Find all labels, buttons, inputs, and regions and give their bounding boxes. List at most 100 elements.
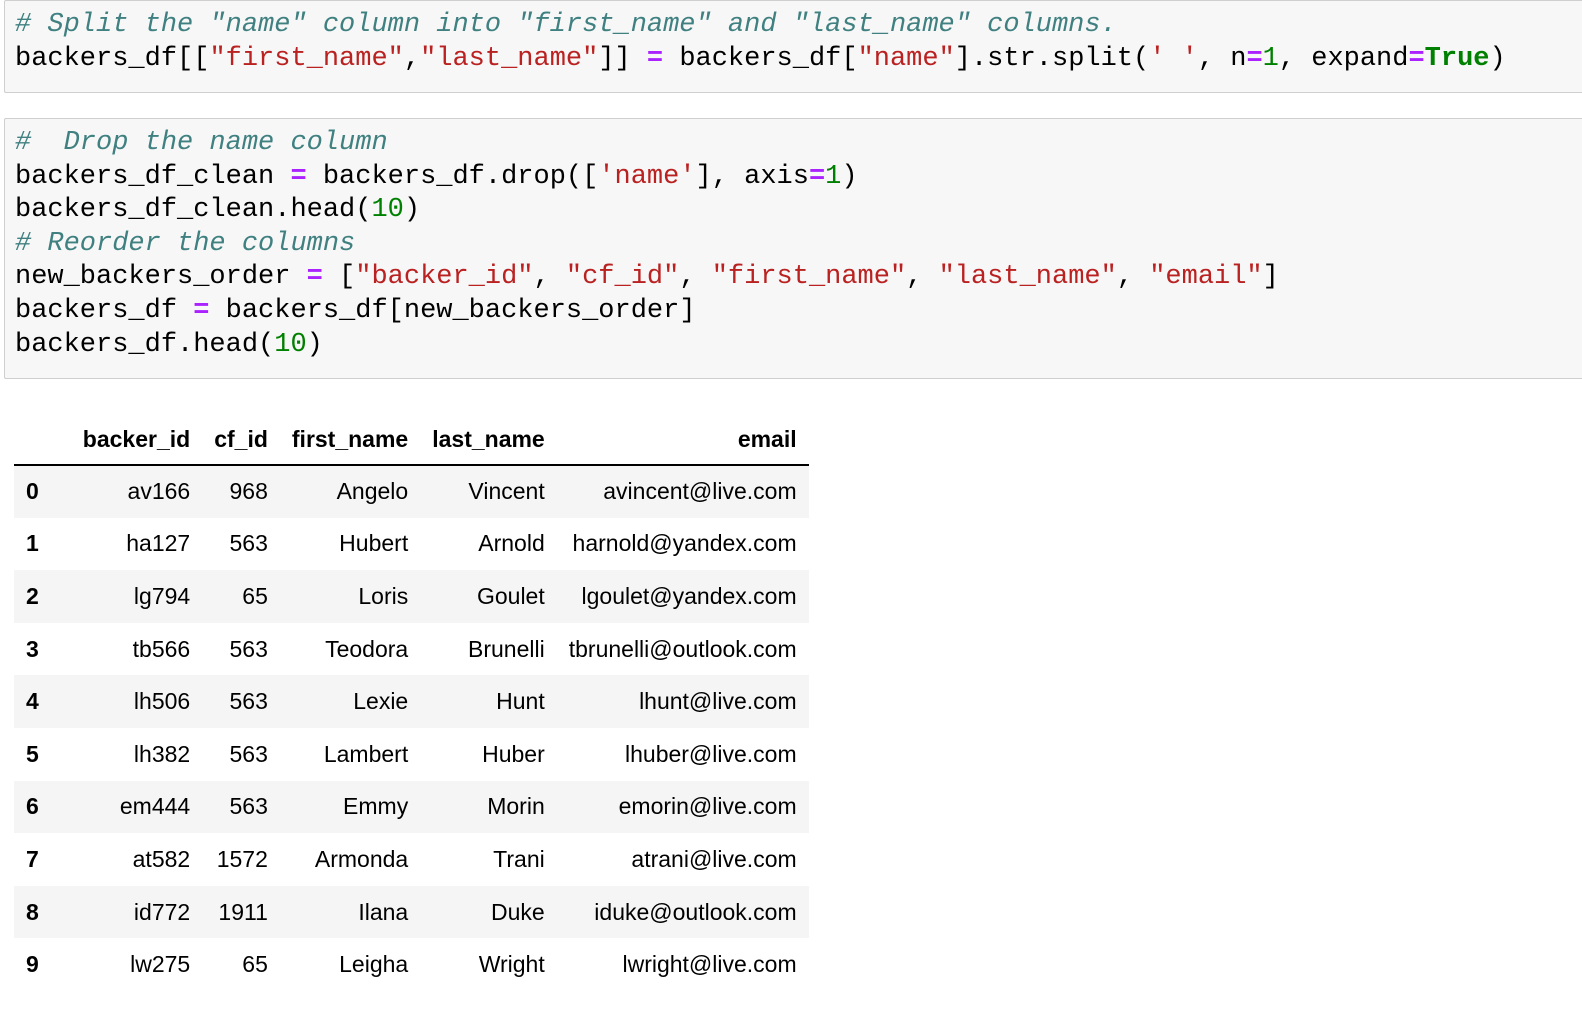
- code-token: backers_df[new_backers_order]: [209, 295, 696, 326]
- code-token: , expand: [1278, 43, 1409, 74]
- cell-backer-id: em444: [119, 793, 191, 820]
- cell-first-name: Armonda: [314, 845, 409, 872]
- cell-email: iduke@outlook.com: [594, 898, 797, 925]
- code-token: "email": [1149, 262, 1263, 293]
- code-token: =: [306, 262, 323, 293]
- cell-first-name: Lexie: [353, 688, 409, 715]
- code-token: =: [290, 161, 307, 192]
- cell-last-name: Trani: [493, 845, 545, 872]
- cell-email: lhuber@live.com: [625, 740, 797, 767]
- code-token: backers_df[[: [15, 43, 210, 74]
- cell-backer-id: lg794: [133, 582, 191, 609]
- code-token: backers_df_clean.head(: [15, 195, 372, 226]
- cell-cf-id: 968: [229, 478, 268, 505]
- table-row: 6 em444 563 Emmy Morin emorin@live.com: [14, 780, 809, 834]
- code-token: # Split the "name" column into "first_na…: [15, 10, 1117, 40]
- cell-backer-id: at582: [132, 845, 191, 872]
- cell-first-name: Lambert: [323, 740, 409, 767]
- cell-cf-id: 563: [229, 688, 268, 715]
- cell-email: emorin@live.com: [618, 793, 797, 820]
- code-token: ,: [403, 43, 421, 74]
- cell-backer-id: id772: [133, 898, 191, 925]
- code-token: ,: [533, 262, 566, 293]
- code-token: , n: [1197, 43, 1247, 74]
- code-line: # Split the "name" column into "first_na…: [15, 9, 1582, 43]
- code-token: =: [1408, 43, 1425, 74]
- code-token: 10: [371, 195, 404, 226]
- cell-first-name: Ilana: [358, 898, 409, 925]
- code-editor[interactable]: # Drop the name column backers_df_clean =…: [5, 119, 1582, 362]
- code-token: ): [841, 161, 858, 192]
- cell-last-name: Huber: [482, 740, 545, 767]
- cell-last-name: Brunelli: [468, 635, 545, 662]
- table-row: 8 id772 1911 Ilana Duke iduke@outlook.com: [14, 885, 809, 939]
- code-line: backers_df_clean.head(10): [15, 194, 1582, 228]
- code-token: backers_df[: [663, 43, 858, 74]
- table-row: 7 at582 1572 Armonda Trani atrani@live.com: [14, 833, 809, 886]
- cell-cf-id: 563: [229, 793, 268, 820]
- row-index: 4: [26, 688, 39, 715]
- cell-email: lhunt@live.com: [639, 688, 797, 715]
- cell-email: tbrunelli@outlook.com: [568, 635, 797, 662]
- cell-first-name: Loris: [358, 582, 409, 609]
- code-token: ,: [679, 262, 712, 293]
- index-header: [14, 414, 63, 466]
- code-line: backers_df = backers_df[new_backers_orde…: [15, 295, 1582, 329]
- table-row: 4 lh506 563 Lexie Hunt lhunt@live.com: [14, 675, 809, 728]
- code-token: "last_name": [420, 43, 599, 74]
- code-token: ]: [1262, 262, 1279, 293]
- code-token: =: [646, 43, 664, 74]
- row-index: 7: [26, 845, 39, 872]
- cell-email: harnold@yandex.com: [572, 530, 797, 557]
- cell-email: avincent@live.com: [603, 478, 797, 505]
- code-token: ].str.split(: [954, 43, 1150, 74]
- cell-last-name: Morin: [487, 793, 545, 820]
- cell-first-name: Leigha: [339, 951, 409, 978]
- row-index: 0: [26, 478, 39, 505]
- cell-output: backer_id cf_id first_name last_name ema…: [14, 414, 809, 991]
- code-line: backers_df[["first_name","last_name"]] =…: [15, 43, 1582, 77]
- row-index: 6: [26, 793, 39, 820]
- code-token: ,: [1116, 262, 1150, 293]
- cell-cf-id: 1572: [216, 845, 268, 872]
- code-token: "backer_id": [355, 262, 534, 293]
- code-token: ]]: [598, 43, 647, 74]
- code-token: new_backers_order: [15, 262, 307, 293]
- code-token: [: [322, 262, 356, 293]
- table-header-row: backer_id cf_id first_name last_name ema…: [14, 414, 809, 466]
- cell-backer-id: tb566: [132, 635, 191, 662]
- table-row: 5 lh382 563 Lambert Huber lhuber@live.com: [14, 728, 809, 781]
- cell-cf-id: 1911: [218, 898, 268, 925]
- code-token: "name": [857, 43, 955, 74]
- code-token: =: [808, 161, 826, 192]
- row-index: 1: [26, 530, 39, 557]
- code-cell-split-name[interactable]: # Split the "name" column into "first_na…: [4, 0, 1582, 93]
- code-token: "first_name": [711, 262, 907, 293]
- row-index: 9: [26, 951, 39, 978]
- row-index: 5: [26, 740, 39, 767]
- code-token: ): [1489, 43, 1506, 74]
- cell-last-name: Vincent: [468, 478, 545, 505]
- code-token: 1: [825, 161, 842, 192]
- cell-cf-id: 65: [242, 951, 268, 978]
- cell-last-name: Wright: [478, 951, 545, 978]
- code-token: ' ': [1149, 43, 1198, 74]
- cell-backer-id: lh506: [133, 688, 191, 715]
- code-token: 1: [1262, 43, 1279, 74]
- cell-last-name: Duke: [491, 898, 545, 925]
- code-editor[interactable]: # Split the "name" column into "first_na…: [5, 1, 1582, 76]
- cell-first-name: Teodora: [325, 635, 409, 662]
- cell-first-name: Angelo: [336, 478, 409, 505]
- code-token: backers_df: [15, 295, 194, 326]
- code-token: =: [1246, 43, 1263, 74]
- code-token: ], axis: [695, 161, 809, 192]
- table-row: 2 lg794 65 Loris Goulet lgoulet@yandex.com: [14, 570, 809, 623]
- cell-cf-id: 563: [229, 740, 268, 767]
- code-token: "first_name": [209, 43, 404, 74]
- code-token: backers_df_clean: [15, 161, 291, 192]
- code-token: 'name': [598, 161, 696, 192]
- cell-cf-id: 563: [229, 530, 268, 557]
- code-cell-drop-reorder[interactable]: # Drop the name column backers_df_clean =…: [4, 118, 1582, 379]
- cell-backer-id: ha127: [126, 530, 191, 557]
- code-token: ): [403, 195, 421, 226]
